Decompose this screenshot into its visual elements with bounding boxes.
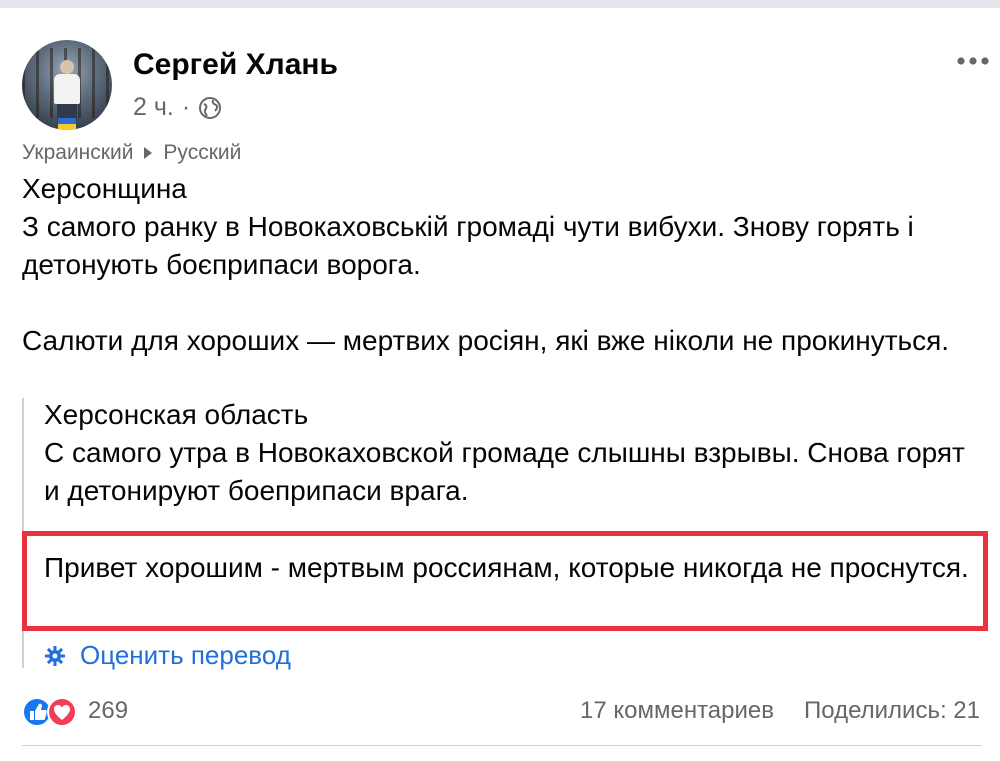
footer-divider (22, 745, 982, 746)
rate-translation-link[interactable]: Оценить перевод (80, 640, 291, 671)
gear-icon (45, 645, 65, 666)
globe-icon[interactable] (198, 96, 222, 120)
ukraine-flag-icon (58, 118, 76, 130)
shares-count[interactable]: Поделились: 21 (804, 697, 980, 725)
post-line: Салюти для хороших — мертвих росіян, які… (22, 325, 950, 356)
post-line: Херсонщина (22, 173, 187, 204)
rate-translation-row[interactable]: Оценить перевод (44, 640, 291, 671)
post-time[interactable]: 2 ч. (133, 93, 174, 122)
post-meta: 2 ч. · (133, 93, 222, 122)
source-language: Украинский (22, 141, 134, 164)
avatar[interactable] (22, 40, 112, 130)
post-line: З самого ранку в Новокаховській громаді … (22, 211, 914, 280)
reactions-icons[interactable] (22, 697, 78, 727)
avatar-body (54, 74, 80, 104)
avatar-head (60, 60, 74, 74)
meta-separator: · (181, 93, 191, 121)
comments-count[interactable]: 17 комментариев (580, 697, 774, 725)
highlighted-translated-line: Привет хорошим - мертвым россиянам, кото… (44, 552, 969, 583)
post-original-text: Херсонщина З самого ранку в Новокаховськ… (22, 170, 982, 360)
post-footer: 269 17 комментариев Поделились: 21 (22, 693, 982, 733)
author-name[interactable]: Сергей Хлань (133, 48, 338, 82)
top-separator (0, 0, 1000, 8)
target-language: Русский (163, 141, 242, 164)
post-translated-text: Херсонская область С самого утра в Новок… (44, 396, 984, 510)
reactions-count[interactable]: 269 (88, 697, 128, 725)
love-icon (47, 697, 77, 727)
translated-line: С самого утра в Новокаховской громаде сл… (44, 437, 965, 506)
translation-languages: Украинский Русский (22, 141, 241, 165)
arrow-right-icon (144, 147, 153, 159)
more-icon[interactable] (955, 55, 991, 67)
like-icon (22, 697, 52, 727)
translated-line: Херсонская область (44, 399, 309, 430)
